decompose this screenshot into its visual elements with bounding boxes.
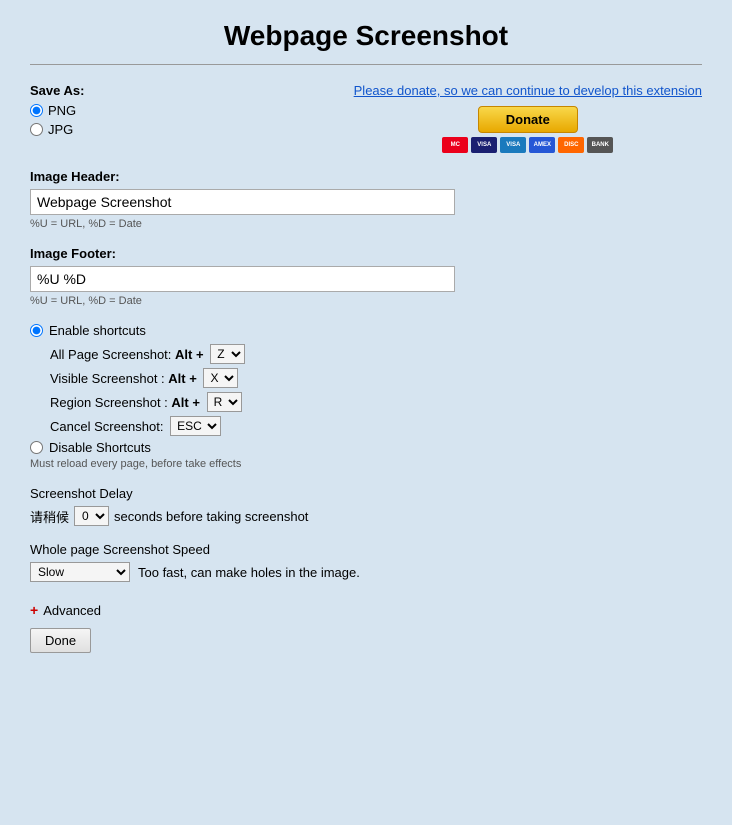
speed-section: Whole page Screenshot Speed SlowMediumFa… bbox=[30, 542, 702, 582]
donate-link[interactable]: Please donate, so we can continue to dev… bbox=[354, 83, 702, 98]
jpg-radio[interactable] bbox=[30, 123, 43, 136]
advanced-plus: + bbox=[30, 602, 38, 618]
cancel-shortcut: Cancel Screenshot: ESCF1 bbox=[50, 416, 702, 436]
speed-select[interactable]: SlowMediumFast bbox=[30, 562, 130, 582]
speed-row: SlowMediumFast Too fast, can make holes … bbox=[30, 562, 702, 582]
all-page-bold: Alt + bbox=[175, 347, 204, 362]
advanced-link[interactable]: Advanced bbox=[43, 603, 101, 618]
image-header-hint: %U = URL, %D = Date bbox=[30, 218, 702, 230]
delay-row: 请稍候 012345 seconds before taking screens… bbox=[30, 506, 702, 526]
enable-shortcuts-label: Enable shortcuts bbox=[49, 323, 146, 338]
png-label: PNG bbox=[48, 103, 76, 118]
png-radio-row: PNG bbox=[30, 103, 84, 118]
region-shortcut: Region Screenshot : Alt + RAB bbox=[50, 392, 702, 412]
cancel-key-select[interactable]: ESCF1 bbox=[170, 416, 221, 436]
image-footer-section: Image Footer: %U = URL, %D = Date bbox=[30, 246, 702, 307]
delay-chinese-label: 请稍候 bbox=[30, 507, 69, 526]
visible-bold: Alt + bbox=[168, 371, 197, 386]
reload-hint: Must reload every page, before take effe… bbox=[30, 458, 702, 470]
delay-section: Screenshot Delay 请稍候 012345 seconds befo… bbox=[30, 486, 702, 526]
image-header-label: Image Header: bbox=[30, 169, 702, 184]
image-footer-label: Image Footer: bbox=[30, 246, 702, 261]
speed-label: Whole page Screenshot Speed bbox=[30, 542, 702, 557]
save-as-section: Save As: PNG JPG bbox=[30, 83, 84, 141]
bank-icon: BANK bbox=[587, 137, 613, 153]
top-section: Save As: PNG JPG Please donate, so we ca… bbox=[30, 83, 702, 153]
jpg-radio-row: JPG bbox=[30, 122, 84, 137]
all-page-key-select[interactable]: ZABC bbox=[210, 344, 245, 364]
region-label: Region Screenshot : bbox=[50, 395, 168, 410]
visible-key-select[interactable]: XAB bbox=[203, 368, 238, 388]
image-footer-input[interactable] bbox=[30, 266, 455, 292]
enable-shortcuts-radio[interactable] bbox=[30, 324, 43, 337]
discover-icon: DISC bbox=[558, 137, 584, 153]
cancel-label: Cancel Screenshot: bbox=[50, 419, 163, 434]
png-radio[interactable] bbox=[30, 104, 43, 117]
advanced-row: + Advanced bbox=[30, 602, 702, 618]
visible-label: Visible Screenshot : bbox=[50, 371, 165, 386]
region-bold: Alt + bbox=[171, 395, 200, 410]
delay-label: Screenshot Delay bbox=[30, 486, 702, 501]
disable-shortcuts-row: Disable Shortcuts bbox=[30, 440, 702, 455]
visible-shortcut: Visible Screenshot : Alt + XAB bbox=[50, 368, 702, 388]
delay-suffix: seconds before taking screenshot bbox=[114, 509, 308, 524]
all-page-shortcut: All Page Screenshot: Alt + ZABC bbox=[50, 344, 702, 364]
card-icons: MC VISA VISA AMEX DISC BANK bbox=[354, 137, 702, 153]
shortcuts-section: Enable shortcuts All Page Screenshot: Al… bbox=[30, 323, 702, 470]
region-key-select[interactable]: RAB bbox=[207, 392, 242, 412]
all-page-label: All Page Screenshot: bbox=[50, 347, 171, 362]
visa-icon: VISA bbox=[471, 137, 497, 153]
image-footer-hint: %U = URL, %D = Date bbox=[30, 295, 702, 307]
disable-shortcuts-radio[interactable] bbox=[30, 441, 43, 454]
mastercard-icon: MC bbox=[442, 137, 468, 153]
enable-shortcuts-row: Enable shortcuts bbox=[30, 323, 702, 338]
image-header-section: Image Header: %U = URL, %D = Date bbox=[30, 169, 702, 230]
visa2-icon: VISA bbox=[500, 137, 526, 153]
done-button[interactable]: Done bbox=[30, 628, 91, 653]
amex-icon: AMEX bbox=[529, 137, 555, 153]
donate-button[interactable]: Donate bbox=[478, 106, 578, 133]
speed-hint: Too fast, can make holes in the image. bbox=[138, 565, 360, 580]
image-header-input[interactable] bbox=[30, 189, 455, 215]
donate-section: Please donate, so we can continue to dev… bbox=[354, 83, 702, 153]
disable-shortcuts-label: Disable Shortcuts bbox=[49, 440, 151, 455]
divider bbox=[30, 64, 702, 65]
page-title: Webpage Screenshot bbox=[30, 20, 702, 52]
save-as-label: Save As: bbox=[30, 83, 84, 98]
delay-value-select[interactable]: 012345 bbox=[74, 506, 109, 526]
jpg-label: JPG bbox=[48, 122, 73, 137]
